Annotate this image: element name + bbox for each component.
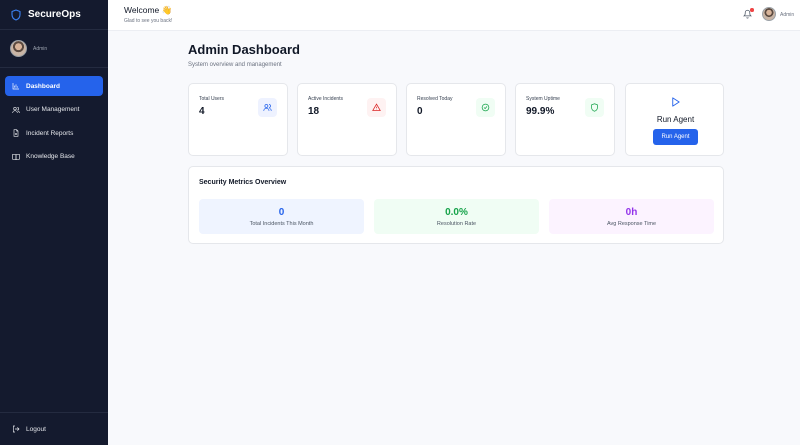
welcome-subtitle: Glad to see you back! (124, 18, 173, 24)
stat-label: System Uptime (526, 96, 560, 102)
sidebar-item-incident-reports[interactable]: Incident Reports (5, 123, 103, 143)
page-title: Admin Dashboard (188, 42, 300, 57)
metric-resolution-rate: 0.0% Resolution Rate (374, 199, 539, 234)
logout-icon (13, 425, 20, 433)
stat-value: 99.9% (526, 106, 555, 117)
stat-icon-box (367, 98, 386, 117)
sidebar-item-label: Incident Reports (26, 129, 74, 137)
run-agent-button[interactable]: Run Agent (653, 129, 698, 145)
users-icon (12, 106, 20, 113)
brand[interactable]: SecureOps (0, 0, 108, 30)
stat-value: 4 (199, 106, 205, 117)
stat-card-resolved-today: Resolved Today 0 (406, 83, 506, 156)
shield-logo-icon (11, 8, 21, 21)
run-agent-card: Run Agent Run Agent (625, 83, 724, 156)
play-icon[interactable] (670, 96, 681, 108)
metric-label: Total Incidents This Month (249, 221, 314, 227)
shield-icon (591, 103, 598, 112)
stat-icon-box (585, 98, 604, 117)
main-content: Admin Dashboard System overview and mana… (188, 42, 724, 244)
bar-chart-icon (12, 83, 19, 90)
sidebar-item-user-management[interactable]: User Management (5, 100, 103, 120)
stat-label: Resolved Today (417, 96, 453, 102)
stat-cards: Total Users 4 Active Incidents 18 Resolv… (188, 83, 724, 156)
app-name: SecureOps (28, 9, 81, 20)
stat-value: 18 (308, 106, 320, 117)
run-agent-title: Run Agent (656, 115, 695, 124)
metric-value: 0.0% (445, 207, 468, 218)
stat-value: 0 (417, 106, 423, 117)
sidebar-item-knowledge-base[interactable]: Knowledge Base (5, 147, 103, 167)
top-bar: Welcome 👋 Glad to see you back! Admin (108, 0, 800, 31)
stat-label: Active Incidents (308, 96, 344, 102)
sidebar-item-label: User Management (26, 106, 80, 113)
metric-label: Avg Response Time (606, 221, 657, 227)
sidebar-nav: Dashboard User Management Incident Repor… (0, 68, 108, 167)
alert-triangle-icon (372, 103, 381, 111)
stat-card-system-uptime: System Uptime 99.9% (515, 83, 615, 156)
stat-icon-box (258, 98, 277, 117)
notification-dot (750, 8, 754, 12)
security-metrics-panel: Security Metrics Overview 0 Total Incide… (188, 166, 724, 244)
stat-card-total-users: Total Users 4 (188, 83, 288, 156)
metric-label: Resolution Rate (436, 221, 477, 227)
sidebar-user[interactable]: Admin (0, 30, 108, 68)
stat-card-active-incidents: Active Incidents 18 (297, 83, 397, 156)
sidebar-item-label: Knowledge Base (26, 153, 75, 160)
logout-label: Logout (26, 425, 46, 433)
sidebar-item-dashboard[interactable]: Dashboard (5, 76, 103, 96)
metric-value: 0 (278, 207, 285, 218)
avatar (10, 40, 27, 57)
metric-value: 0h (625, 207, 638, 218)
book-open-icon (12, 153, 20, 160)
metric-avg-response-time: 0h Avg Response Time (549, 199, 714, 234)
metrics-title: Security Metrics Overview (199, 179, 287, 186)
file-text-icon (13, 129, 19, 137)
stat-icon-box (476, 98, 495, 117)
welcome-block: Welcome 👋 Glad to see you back! (124, 5, 172, 24)
sidebar-item-label: Dashboard (26, 82, 60, 90)
welcome-title: Welcome 👋 (124, 5, 173, 15)
sidebar-user-name: Admin (33, 45, 48, 52)
page-subtitle: System overview and management (188, 62, 282, 68)
check-circle-icon (481, 103, 490, 112)
logout-button[interactable]: Logout (0, 412, 108, 445)
users-icon (263, 104, 272, 111)
top-user-name[interactable]: Admin (780, 12, 794, 18)
avatar[interactable] (762, 7, 776, 21)
sidebar: SecureOps Admin Dashboard User Managemen… (0, 0, 108, 445)
metric-total-incidents: 0 Total Incidents This Month (199, 199, 364, 234)
stat-label: Total Users (199, 96, 225, 102)
